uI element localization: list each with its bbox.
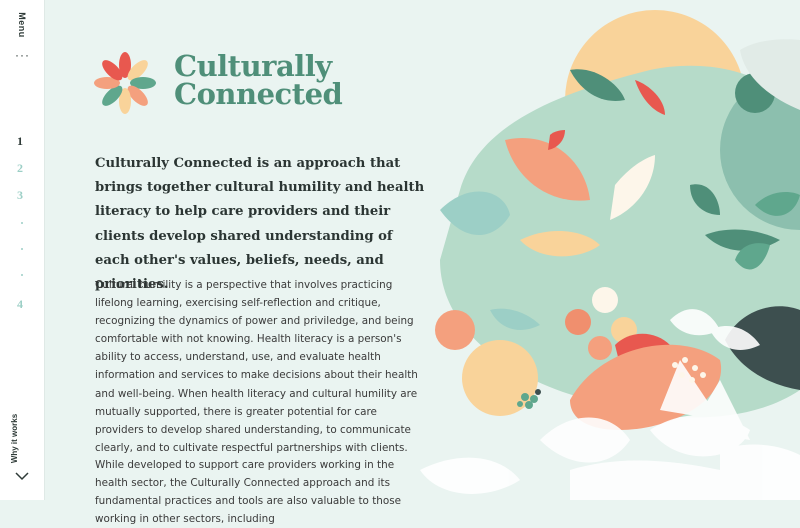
page-link-1[interactable]: 1	[17, 134, 23, 149]
brand-line-1: Culturally	[174, 49, 332, 83]
page-tick	[21, 222, 23, 224]
body-paragraph-2: While developed to support care provider…	[95, 459, 402, 526]
menu-label: Menu	[16, 12, 27, 38]
flower-logo-icon	[94, 52, 156, 114]
menu-dots-icon[interactable]: ···	[15, 49, 30, 61]
menu-button[interactable]: Menu	[13, 12, 33, 42]
decorative-illustration	[420, 10, 800, 500]
page-link-3[interactable]: 3	[17, 188, 23, 203]
body-paragraph-1: Cultural humility is a perspective that …	[95, 279, 418, 454]
page-tick	[21, 248, 23, 250]
page-link-2[interactable]: 2	[17, 161, 23, 176]
why-it-works-link[interactable]: Why it works	[6, 410, 38, 470]
side-nav: Menu ··· 1 2 3 4 Why it works	[0, 0, 45, 500]
page-link-4[interactable]: 4	[17, 297, 23, 312]
brand-title: Culturally Connected	[174, 49, 343, 111]
brand-line-2: Connected	[174, 77, 343, 111]
why-it-works-label: Why it works	[10, 413, 20, 464]
page-tick	[21, 274, 23, 276]
chevron-down-icon[interactable]	[14, 470, 30, 482]
